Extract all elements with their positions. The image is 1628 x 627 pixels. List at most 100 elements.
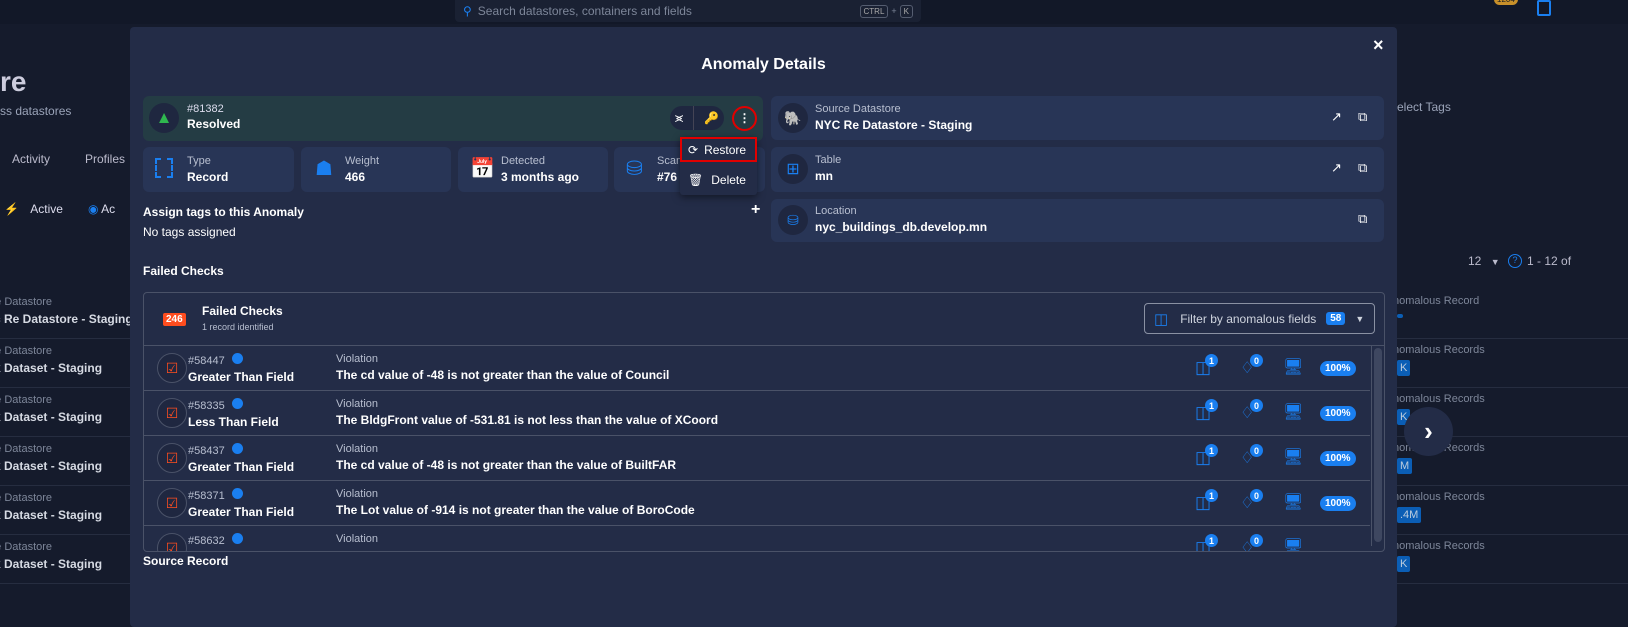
row-label: nomalous Record bbox=[1393, 295, 1480, 307]
more-options-menu: ⟳ Restore 🗑 Delete bbox=[680, 137, 757, 195]
row-label: rce Datastore bbox=[0, 541, 53, 553]
failed-check-row[interactable]: ☑ #58632 Violation ◫ 1 ♢ 0 🖥 bbox=[144, 526, 1370, 551]
filter-label: Ac bbox=[101, 202, 116, 216]
list-item[interactable]: rce Datastore k Dataset - Staging bbox=[0, 486, 130, 535]
bg-filter-ac[interactable]: ◉ Ac bbox=[88, 202, 115, 216]
row-label: rce Datastore bbox=[0, 394, 53, 406]
stat-label: Type bbox=[187, 155, 211, 167]
check-id: #58371 bbox=[188, 490, 225, 502]
anomaly-status: Resolved bbox=[187, 117, 241, 131]
add-tag-button[interactable]: + bbox=[751, 201, 760, 219]
key-icon[interactable]: 🔑 bbox=[704, 111, 719, 125]
monitor-icon[interactable]: 🖥 bbox=[1283, 357, 1303, 377]
stat-value: 3 months ago bbox=[501, 170, 580, 184]
info-source-datastore: 🐘 Source Datastore NYC Re Datastore - Stag… bbox=[771, 96, 1384, 140]
eye-icon: ◉ bbox=[88, 202, 99, 216]
list-item[interactable]: nomalous Records K bbox=[1393, 339, 1628, 388]
info-icon[interactable] bbox=[232, 398, 244, 409]
monitor-icon[interactable]: 🖥 bbox=[1283, 402, 1303, 422]
stat-label: Detected bbox=[501, 155, 546, 167]
anomaly-status-card: ▲ #81382 Resolved ⪤ 🔑 ⋮ bbox=[143, 96, 763, 141]
bg-tab-activity[interactable]: Activity bbox=[12, 152, 50, 166]
check-rule: Greater Than Field bbox=[188, 370, 295, 384]
stat-type: Type Record bbox=[143, 147, 294, 192]
failed-checks-panel: 246 Failed Checks 1 record identified ◫ … bbox=[143, 292, 1385, 552]
list-item[interactable]: nomalous Record bbox=[1393, 290, 1628, 339]
check-id: #58437 bbox=[188, 445, 225, 457]
list-item[interactable]: rce Datastore k Dataset - Staging bbox=[0, 339, 130, 388]
info-value: nyc_buildings_db.develop.mn bbox=[815, 220, 988, 234]
info-icon[interactable] bbox=[232, 488, 244, 499]
info-label: Source Datastore bbox=[815, 103, 901, 115]
list-item[interactable]: rce Datastore c Re Datastore - Staging bbox=[0, 290, 133, 339]
confidence-badge: 100% bbox=[1320, 496, 1356, 511]
bg-select-tags[interactable]: elect Tags bbox=[1397, 100, 1451, 114]
global-search[interactable]: ⚲ Search datastores, containers and fiel… bbox=[455, 0, 921, 22]
list-item[interactable]: rce Datastore k Dataset - Staging bbox=[0, 535, 130, 584]
check-id: #58447 bbox=[188, 355, 225, 367]
copy-icon[interactable]: ⧉ bbox=[1358, 211, 1367, 227]
filter-label: Active bbox=[30, 202, 63, 216]
failed-count-badge: 246 bbox=[163, 313, 186, 326]
close-button[interactable]: × bbox=[1373, 35, 1384, 56]
check-icon: ☑ bbox=[157, 443, 187, 473]
search-icon: ⚲ bbox=[463, 4, 472, 18]
next-button[interactable]: › bbox=[1404, 407, 1453, 456]
violation-text: The BldgFront value of -531.81 is not le… bbox=[336, 413, 719, 427]
open-link-icon[interactable]: ↗ bbox=[1331, 160, 1342, 176]
more-options-button[interactable]: ⋮ bbox=[732, 106, 757, 131]
stat-detected: 📅 Detected 3 months ago bbox=[458, 147, 608, 192]
info-icon[interactable] bbox=[232, 533, 244, 544]
monitor-icon[interactable]: 🖥 bbox=[1283, 447, 1303, 467]
info-icon[interactable] bbox=[232, 443, 244, 454]
row-label: nomalous Records bbox=[1393, 540, 1485, 552]
row-label: nomalous Records bbox=[1393, 491, 1485, 503]
list-item[interactable]: rce Datastore k Dataset - Staging bbox=[0, 388, 130, 437]
info-table: ⊞ Table mn ↗ ⧉ bbox=[771, 147, 1384, 192]
record-frame-icon bbox=[155, 158, 173, 178]
table-icon: ⊞ bbox=[778, 154, 808, 184]
copy-icon[interactable]: ⧉ bbox=[1358, 160, 1367, 176]
check-icon: ☑ bbox=[157, 353, 187, 383]
menu-item-delete[interactable]: 🗑 Delete bbox=[680, 167, 757, 192]
row-badge: K bbox=[1397, 360, 1411, 376]
scrollbar[interactable] bbox=[1371, 346, 1384, 546]
open-link-icon[interactable]: ↗ bbox=[1331, 109, 1342, 125]
failed-check-row[interactable]: ☑ #58371 Greater Than Field Violation The… bbox=[144, 481, 1370, 526]
share-icon[interactable]: ⪤ bbox=[675, 110, 683, 126]
row-label: rce Datastore bbox=[0, 345, 53, 357]
monitor-icon[interactable]: 🖥 bbox=[1283, 492, 1303, 512]
bg-tab-profiles[interactable]: Profiles bbox=[85, 152, 125, 166]
stat-weight: ☗ Weight 466 bbox=[301, 147, 451, 192]
monitor-icon[interactable]: 🖥 bbox=[1283, 537, 1303, 551]
filter-anomalous-fields[interactable]: ◫ Filter by anomalous fields 58 ▼ bbox=[1144, 303, 1375, 334]
alert-triangle-icon: ▲ bbox=[149, 103, 179, 133]
help-icon[interactable]: ? bbox=[1508, 254, 1522, 268]
tags-count: 0 bbox=[1250, 399, 1263, 412]
anomaly-id: #81382 bbox=[187, 103, 224, 115]
failed-check-row[interactable]: ☑ #58437 Greater Than Field Violation The… bbox=[144, 436, 1370, 481]
menu-item-restore[interactable]: ⟳ Restore bbox=[680, 137, 757, 162]
stat-label: Scan bbox=[657, 155, 683, 167]
violation-label: Violation bbox=[336, 353, 378, 365]
row-value: k Dataset - Staging bbox=[0, 557, 103, 571]
failed-check-row[interactable]: ☑ #58447 Greater Than Field Violation The… bbox=[144, 346, 1370, 391]
list-item[interactable]: nomalous Records .4M bbox=[1393, 486, 1628, 535]
row-badge: M bbox=[1397, 458, 1413, 474]
bg-page-subtitle: ss datastores bbox=[0, 104, 72, 118]
tags-count: 0 bbox=[1250, 444, 1263, 457]
failed-check-row[interactable]: ☑ #58335 Less Than Field Violation The Bl… bbox=[144, 391, 1370, 436]
info-icon[interactable] bbox=[232, 353, 244, 364]
violation-text: The cd value of -48 is not greater than … bbox=[336, 368, 670, 382]
menu-icon[interactable] bbox=[1537, 0, 1551, 16]
bg-filter-active[interactable]: ⚡ Active bbox=[4, 202, 63, 216]
list-item[interactable]: rce Datastore k Dataset - Staging bbox=[0, 437, 130, 486]
violation-label: Violation bbox=[336, 533, 378, 545]
notification-button[interactable]: 1204 bbox=[1494, 0, 1518, 5]
list-item[interactable]: nomalous Records K bbox=[1393, 535, 1628, 584]
row-label: nomalous Records bbox=[1393, 344, 1485, 356]
info-label: Location bbox=[815, 205, 857, 217]
bg-page-size[interactable]: 12 ▼ bbox=[1468, 254, 1500, 268]
copy-icon[interactable]: ⧉ bbox=[1358, 109, 1367, 125]
violation-text: The Lot value of -914 is not greater tha… bbox=[336, 503, 695, 517]
